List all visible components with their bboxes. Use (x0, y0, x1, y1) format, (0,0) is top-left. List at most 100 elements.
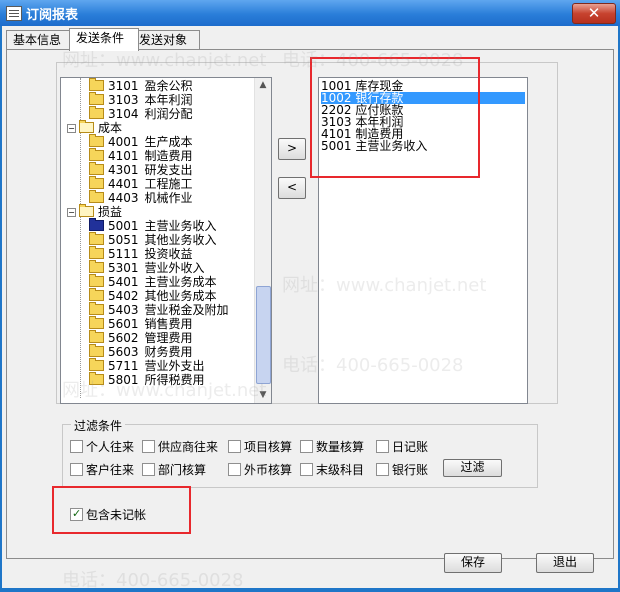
tree-item[interactable]: 5601 销售费用 (89, 316, 193, 331)
tab-send-recipients[interactable]: 发送对象 (132, 30, 200, 50)
tree-item-label: 3103 (108, 93, 139, 107)
highlight-box-selected-list (310, 57, 480, 178)
tree-item-label: 4401 (108, 177, 139, 191)
tree-item[interactable]: 5403 营业税金及附加 (89, 302, 229, 317)
tree-item-name: 管理费用 (144, 331, 193, 345)
filter-checkbox-label: 数量核算 (316, 440, 365, 454)
checkbox-icon (300, 440, 313, 453)
tree-item[interactable]: 4101 制造费用 (89, 148, 193, 163)
filter-checkbox[interactable]: 数量核算 (300, 440, 364, 454)
folder-icon (89, 274, 104, 287)
tree-item-label: 5801 (108, 373, 139, 387)
tree-item[interactable]: 3101 盈余公积 (89, 78, 193, 93)
scroll-down-icon[interactable]: ▼ (255, 388, 271, 403)
save-button[interactable]: 保存 (444, 553, 502, 573)
tree-item[interactable]: 5402 其他业务成本 (89, 288, 217, 303)
filter-checkbox[interactable]: 部门核算 (142, 463, 206, 477)
checkbox-icon (376, 440, 389, 453)
scroll-thumb[interactable] (256, 286, 271, 384)
tree-item[interactable]: 3104 利润分配 (89, 106, 193, 121)
tree-item[interactable]: 4301 研发支出 (89, 162, 193, 177)
folder-icon (89, 246, 104, 259)
filter-checkbox[interactable]: 客户往来 (70, 463, 134, 477)
filter-checkbox[interactable]: 末级科目 (300, 463, 364, 477)
tree-item[interactable]: 5301 营业外收入 (89, 260, 205, 275)
tree-item-label: 5301 (108, 261, 139, 275)
checkbox-icon (142, 440, 155, 453)
tree-item-label: 5402 (108, 289, 139, 303)
close-button[interactable]: ✕ (572, 3, 616, 24)
tree-item-name: 其他业务成本 (144, 289, 217, 303)
tree-item-name: 盈余公积 (144, 79, 193, 93)
subject-tree[interactable]: ▲ ▼ 3101 盈余公积 3103 本年利润 3104 利润分配 − 成本 4001 生产成本 4… (60, 77, 272, 404)
folder-icon (89, 218, 104, 231)
folder-icon (89, 92, 104, 105)
highlight-box-include-unposted (52, 486, 191, 534)
tree-item[interactable]: 5051 其他业务收入 (89, 232, 217, 247)
tree-item-name: 投资收益 (144, 247, 193, 261)
tree-item[interactable]: 5711 营业外支出 (89, 358, 205, 373)
folder-icon (89, 260, 104, 273)
tree-item-label: 5603 (108, 345, 139, 359)
tree-item-name: 销售费用 (144, 317, 193, 331)
folder-icon (89, 176, 104, 189)
watermark-phone: 电话：400-665-0028 (62, 570, 244, 591)
tree-item[interactable]: 3103 本年利润 (89, 92, 193, 107)
filter-checkbox[interactable]: 项目核算 (228, 440, 292, 454)
collapse-icon[interactable]: − (67, 124, 76, 133)
folder-icon (89, 330, 104, 343)
folder-icon (89, 302, 104, 315)
exit-button[interactable]: 退出 (536, 553, 594, 573)
tree-item-name: 本年利润 (144, 93, 193, 107)
tree-item-label: 4403 (108, 191, 139, 205)
checkbox-icon (70, 440, 83, 453)
filter-checkbox[interactable]: 银行账 (376, 463, 428, 477)
filter-checkbox-label: 个人往来 (86, 440, 135, 454)
tree-item[interactable]: 5603 财务费用 (89, 344, 193, 359)
folder-icon (89, 232, 104, 245)
filter-checkbox-label: 客户往来 (86, 463, 135, 477)
tree-item-label: 5601 (108, 317, 139, 331)
tree-item-label: 5711 (108, 359, 139, 373)
filter-checkbox-label: 末级科目 (316, 463, 365, 477)
tree-item-name: 制造费用 (144, 149, 193, 163)
remove-subject-button[interactable]: < (278, 177, 306, 199)
filter-checkbox[interactable]: 外币核算 (228, 463, 292, 477)
tree-item[interactable]: 4403 机械作业 (89, 190, 193, 205)
folder-icon (89, 372, 104, 385)
tree-item[interactable]: 5801 所得税费用 (89, 372, 205, 387)
folder-icon (89, 162, 104, 175)
checkbox-icon (300, 463, 313, 476)
filter-checkbox[interactable]: 日记账 (376, 440, 428, 454)
tree-group[interactable]: − 损益 (67, 204, 123, 219)
collapse-icon[interactable]: − (67, 208, 76, 217)
add-subject-button[interactable]: > (278, 138, 306, 160)
tree-item-label: 4301 (108, 163, 139, 177)
tree-scrollbar[interactable]: ▲ ▼ (254, 78, 271, 403)
filter-button[interactable]: 过滤 (443, 459, 502, 477)
tree-item[interactable]: 5111 投资收益 (89, 246, 193, 261)
filter-checkbox[interactable]: 供应商往来 (142, 440, 218, 454)
filter-checkbox[interactable]: 个人往来 (70, 440, 134, 454)
filter-checkbox-label: 部门核算 (158, 463, 207, 477)
checkbox-icon (142, 463, 155, 476)
folder-icon (89, 106, 104, 119)
tree-item[interactable]: 5602 管理费用 (89, 330, 193, 345)
tree-item-label: 4001 (108, 135, 139, 149)
checkbox-icon (228, 463, 241, 476)
scroll-up-icon[interactable]: ▲ (255, 78, 271, 93)
tree-item[interactable]: 4401 工程施工 (89, 176, 193, 191)
folder-icon (89, 134, 104, 147)
tree-group[interactable]: − 成本 (67, 120, 122, 135)
tree-item-label: 5602 (108, 331, 139, 345)
tab-basic-info[interactable]: 基本信息 (6, 30, 73, 50)
tree-item[interactable]: 5401 主营业务成本 (89, 274, 217, 289)
tree-item-label: 损益 (98, 205, 123, 219)
tab-send-conditions[interactable]: 发送条件 (69, 28, 139, 51)
tree-item[interactable]: 4001 生产成本 (89, 134, 193, 149)
tree-item[interactable]: 5001 主营业务收入 (89, 218, 217, 233)
folder-icon (89, 316, 104, 329)
report-icon (6, 6, 22, 21)
folder-open-icon (79, 120, 94, 133)
tree-item-name: 其他业务收入 (144, 233, 217, 247)
